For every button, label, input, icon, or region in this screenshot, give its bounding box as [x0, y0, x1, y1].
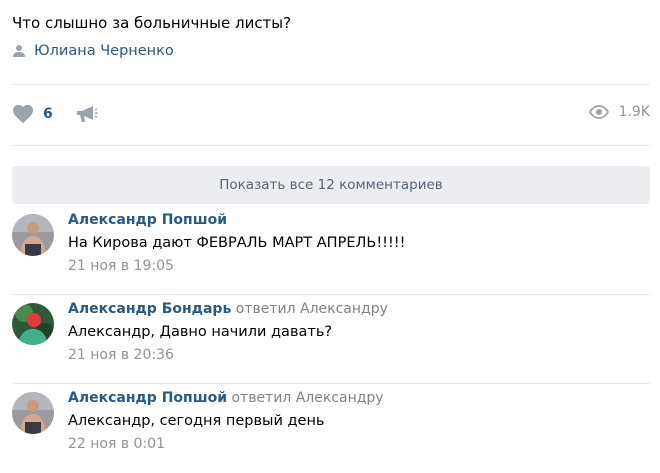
avatar[interactable]: [12, 214, 54, 256]
post-text: Что слышно за больничные листы?: [12, 14, 292, 32]
reply-to[interactable]: ответил Александру: [236, 301, 388, 317]
comment-header: Александр Попшой: [68, 212, 227, 228]
reply-to[interactable]: ответил Александру: [231, 390, 383, 406]
comment-date[interactable]: 21 ноя в 20:36: [68, 347, 174, 363]
avatar[interactable]: [12, 392, 54, 434]
post-author-name[interactable]: Юлиана Черненко: [34, 43, 174, 59]
views-counter: 1.9K: [588, 104, 650, 120]
eye-icon: [588, 105, 609, 119]
post-actions: 6 1.9K: [12, 100, 650, 128]
like-button[interactable]: 6: [12, 104, 53, 124]
comment-text: Александр, сегодня первый день: [68, 413, 325, 429]
comment-date[interactable]: 21 ноя в 19:05: [68, 258, 174, 274]
comment-author[interactable]: Александр Попшой: [68, 390, 227, 406]
divider: [12, 84, 650, 85]
views-count: 1.9K: [618, 104, 650, 120]
comment: Александр Бондарь ответил Александру Але…: [12, 295, 650, 384]
like-count: 6: [43, 106, 53, 122]
divider: [12, 145, 650, 146]
show-all-comments-button[interactable]: Показать все 12 комментариев: [12, 166, 650, 204]
post-author[interactable]: Юлиана Черненко: [12, 42, 174, 60]
comment-author[interactable]: Александр Бондарь: [68, 301, 231, 317]
comment-text: На Кирова дают ФЕВРАЛЬ МАРТ АПРЕЛЬ!!!!!: [68, 235, 406, 251]
megaphone-icon[interactable]: [76, 105, 98, 123]
heart-icon: [13, 104, 33, 124]
comment-date[interactable]: 22 ноя в 0:01: [68, 436, 165, 452]
comment-text: Александр, Давно начили давать?: [68, 324, 333, 340]
comment-author[interactable]: Александр Попшой: [68, 212, 227, 228]
comment: Александр Попшой На Кирова дают ФЕВРАЛЬ …: [12, 206, 650, 295]
user-icon: [13, 45, 25, 57]
avatar[interactable]: [12, 303, 54, 345]
comment-header: Александр Бондарь ответил Александру: [68, 301, 388, 317]
comment: Александр Попшой ответил Александру Алек…: [12, 384, 650, 473]
comment-header: Александр Попшой ответил Александру: [68, 390, 384, 406]
